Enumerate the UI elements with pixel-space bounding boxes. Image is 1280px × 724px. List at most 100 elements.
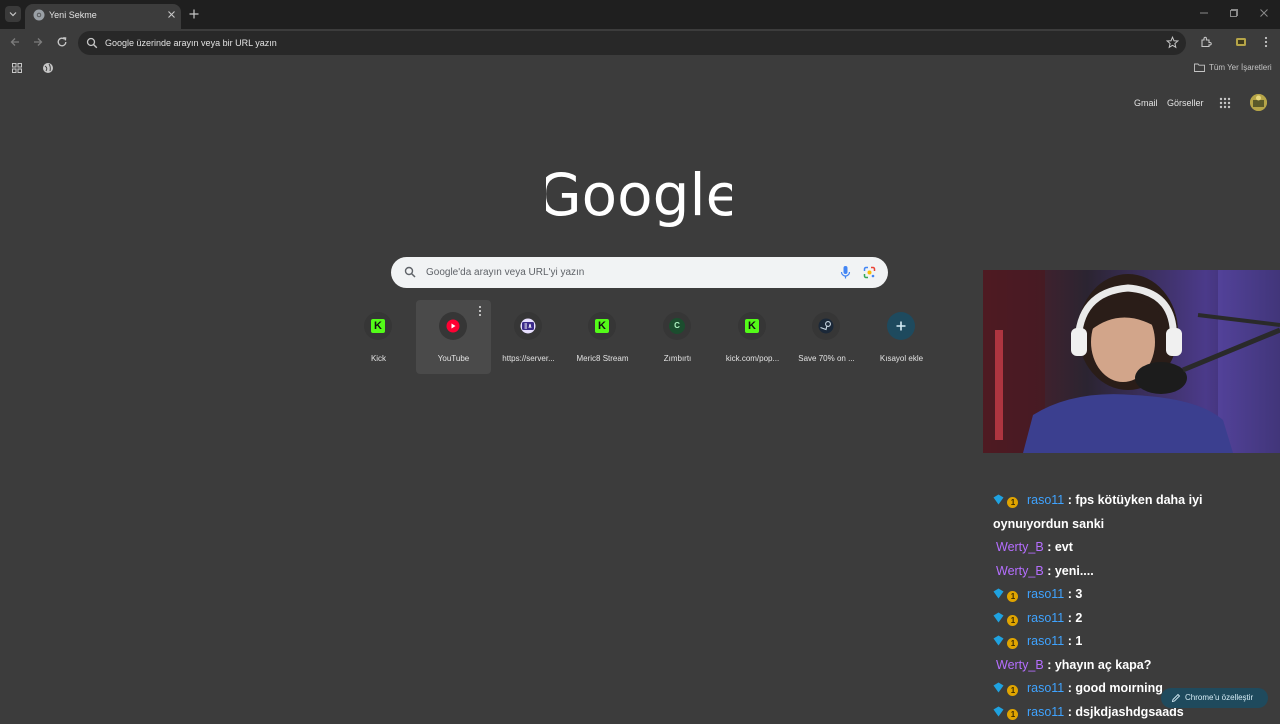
chat-message: 1 raso11 : 2 [993, 607, 1273, 631]
chat-username: Werty_B [996, 540, 1044, 554]
microphone-icon[interactable] [840, 265, 851, 280]
chat-username: raso11 [1027, 681, 1064, 695]
account-avatar[interactable] [1250, 94, 1267, 111]
extensions-icon[interactable] [1199, 35, 1213, 49]
shortcut-kick[interactable]: K Kick [341, 300, 416, 374]
chat-username: raso11 [1027, 493, 1064, 507]
images-link[interactable]: Görseller [1167, 98, 1204, 108]
customize-chrome-label: Chrome'u özelleştir [1185, 693, 1253, 702]
chevron-down-icon [9, 10, 17, 18]
apps-grid-icon[interactable] [11, 62, 23, 74]
search-icon [404, 266, 416, 278]
sub-badge-icon: 1 [1007, 591, 1018, 602]
new-tab-plus-icon[interactable] [188, 8, 200, 20]
sub-badge-icon: 1 [1007, 497, 1018, 508]
sub-badge-icon: 1 [1007, 615, 1018, 626]
chat-text: : 2 [1068, 611, 1083, 625]
shortcut-kick-pop[interactable]: K kick.com/pop... [715, 300, 790, 374]
diamond-badge-icon [993, 706, 1004, 717]
google-logo-text: Google [546, 161, 732, 229]
shortcut-steam[interactable]: Save 70% on ... [789, 300, 864, 374]
chat-message: Werty_B : yhayın aç kapa? [993, 654, 1273, 678]
shortcut-label: YouTube [416, 354, 491, 363]
kick-icon: K [371, 319, 385, 333]
pencil-icon [1171, 693, 1181, 703]
forward-arrow-icon[interactable] [31, 35, 45, 49]
tab-new-tab[interactable]: Yeni Sekme [25, 4, 181, 29]
toolbar: Google üzerinde arayın veya bir URL yazı… [0, 29, 1280, 56]
shortcut-server[interactable]: https://server... [491, 300, 566, 374]
shortcut-steam-disc [812, 312, 840, 340]
avatar-image [1250, 94, 1267, 111]
bookmarks-bar: Tüm Yer İşaretleri [0, 56, 1280, 80]
back-arrow-icon[interactable] [8, 35, 22, 49]
google-lens-icon[interactable] [863, 266, 876, 279]
c-icon: C [669, 318, 685, 334]
shortcut-server-disc [514, 312, 542, 340]
search-placeholder: Google'da arayın veya URL'yi yazın [426, 267, 584, 278]
plus-icon [895, 320, 907, 332]
more-vert-icon[interactable] [1259, 35, 1273, 49]
shortcut-label: https://server... [491, 354, 566, 363]
reload-icon[interactable] [55, 35, 69, 49]
chat-message: 1 raso11 : fps kötüyken daha iyi oynuıyo… [993, 489, 1273, 536]
restore-icon[interactable] [1229, 8, 1239, 18]
all-bookmarks-label: Tüm Yer İşaretleri [1209, 63, 1272, 72]
chat-username: Werty_B [996, 564, 1044, 578]
window-close-icon[interactable] [1259, 8, 1269, 18]
shortcut-label: Meric8 Stream [565, 354, 640, 363]
shortcut-youtube[interactable]: YouTube [416, 300, 491, 374]
shortcut-youtube-disc [439, 312, 467, 340]
chat-text: : 1 [1068, 634, 1083, 648]
webcam-overlay [983, 270, 1280, 453]
sub-badge-icon: 1 [1007, 638, 1018, 649]
youtube-icon [446, 319, 460, 333]
close-icon[interactable] [165, 8, 178, 21]
shortcut-add[interactable]: Kısayol ekle [864, 300, 939, 374]
shortcut-add-disc [887, 312, 915, 340]
kick-icon: K [745, 319, 759, 333]
webcam-image [983, 270, 1280, 453]
chat-username: raso11 [1027, 634, 1064, 648]
shortcut-kick-disc: K [364, 312, 392, 340]
shortcut-label: Zımbırtı [640, 354, 715, 363]
kick-icon: K [595, 319, 609, 333]
folder-icon [1194, 63, 1205, 72]
google-logo: Google [546, 160, 732, 236]
minimize-icon[interactable] [1199, 8, 1209, 18]
chat-username: raso11 [1027, 611, 1064, 625]
search-box[interactable]: Google'da arayın veya URL'yi yazın [391, 257, 888, 288]
chat-username: raso11 [1027, 587, 1064, 601]
more-vert-icon[interactable] [476, 305, 484, 317]
chat-text: : fps kötüyken daha iyi oynuıyordun sank… [993, 493, 1203, 531]
shortcut-zimbirti[interactable]: C Zımbırtı [640, 300, 715, 374]
chat-text: : 3 [1068, 587, 1083, 601]
google-g-icon [86, 37, 98, 49]
globe-icon[interactable] [42, 62, 54, 74]
all-bookmarks-button[interactable]: Tüm Yer İşaretleri [1194, 63, 1272, 72]
chat-username: Werty_B [996, 658, 1044, 672]
chat-text: : evt [1047, 540, 1073, 554]
tab-search-button[interactable] [5, 6, 21, 22]
address-bar-text: Google üzerinde arayın veya bir URL yazı… [105, 38, 277, 48]
chat-message: 1 raso11 : 3 [993, 583, 1273, 607]
chat-text: : good moırning [1068, 681, 1163, 695]
diamond-badge-icon [993, 588, 1004, 599]
chrome-icon [33, 9, 45, 21]
customize-chrome-button[interactable]: Chrome'u özelleştir [1161, 688, 1268, 708]
address-bar[interactable]: Google üzerinde arayın veya bir URL yazı… [78, 31, 1186, 55]
profile-extension-icon[interactable] [1234, 35, 1248, 49]
chat-message: Werty_B : yeni.... [993, 560, 1273, 584]
shortcut-label: Save 70% on ... [789, 354, 864, 363]
shortcut-kick-pop-disc: K [738, 312, 766, 340]
sub-badge-icon: 1 [1007, 685, 1018, 696]
gmail-link[interactable]: Gmail [1134, 98, 1158, 108]
chat-username: raso11 [1027, 705, 1064, 719]
bookmark-star-icon[interactable] [1166, 36, 1179, 49]
shortcut-meric8[interactable]: K Meric8 Stream [565, 300, 640, 374]
shortcut-zimbirti-disc: C [663, 312, 691, 340]
chat-message: Werty_B : evt [993, 536, 1273, 560]
steam-icon [818, 318, 834, 334]
sub-badge-icon: 1 [1007, 709, 1018, 720]
google-apps-icon[interactable] [1219, 97, 1231, 109]
